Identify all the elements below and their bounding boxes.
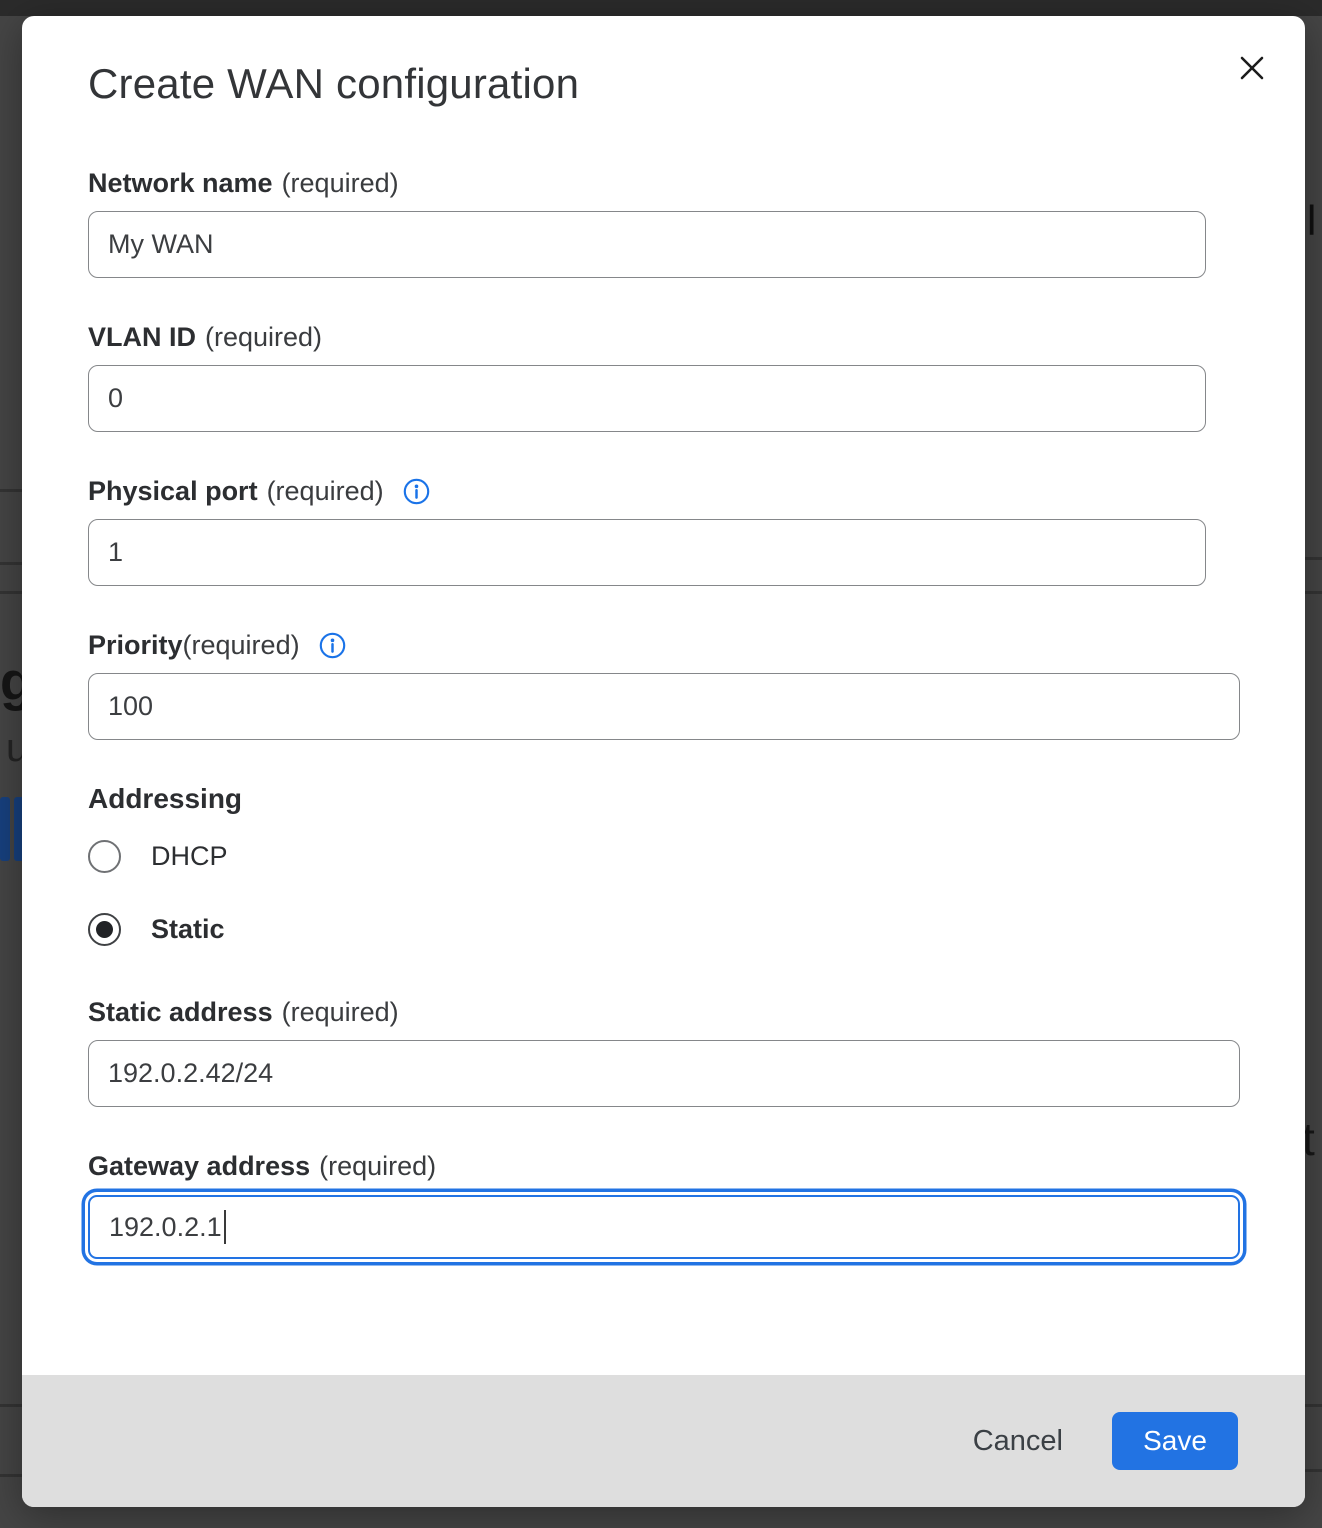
gateway-address-label: Gateway address (required): [88, 1151, 1239, 1182]
text-cursor: [224, 1210, 227, 1244]
info-icon[interactable]: [403, 478, 430, 505]
required-hint: (required): [183, 630, 300, 661]
background-divider: [1303, 1469, 1322, 1472]
background-divider: [0, 489, 22, 492]
priority-input[interactable]: [88, 673, 1240, 740]
physical-port-label: Physical port (required): [88, 476, 1239, 507]
radio-option-dhcp[interactable]: DHCP: [88, 839, 1239, 873]
gateway-address-input[interactable]: 192.0.2.1: [88, 1195, 1240, 1259]
network-name-label: Network name (required): [88, 168, 1239, 199]
static-address-input[interactable]: [88, 1040, 1240, 1107]
info-icon[interactable]: [319, 632, 346, 659]
dialog-title: Create WAN configuration: [88, 60, 1239, 108]
vlan-id-input[interactable]: [88, 365, 1206, 432]
background-blue-button-fragment: [0, 797, 10, 861]
save-button[interactable]: Save: [1112, 1412, 1238, 1470]
close-icon: [1233, 49, 1271, 87]
physical-port-input[interactable]: [88, 519, 1206, 586]
background-divider: [1303, 591, 1322, 594]
radio-label: DHCP: [151, 841, 228, 872]
required-hint: (required): [205, 322, 322, 353]
background-top-bar: [0, 0, 1322, 16]
background-divider: [1303, 1404, 1322, 1407]
network-name-input[interactable]: [88, 211, 1206, 278]
required-hint: (required): [282, 168, 399, 199]
close-button[interactable]: [1230, 46, 1274, 90]
vlan-id-label: VLAN ID (required): [88, 322, 1239, 353]
required-hint: (required): [319, 1151, 436, 1182]
background-divider: [0, 591, 22, 594]
priority-label: Priority (required): [88, 630, 1239, 661]
background-divider: [1303, 557, 1322, 560]
background-divider: [0, 1474, 22, 1477]
required-hint: (required): [282, 997, 399, 1028]
cancel-button[interactable]: Cancel: [955, 1415, 1081, 1468]
radio-unselected-icon: [88, 840, 121, 873]
create-wan-configuration-dialog: Create WAN configuration Network name (r…: [22, 16, 1305, 1507]
background-divider: [0, 562, 22, 565]
addressing-heading: Addressing: [88, 783, 1239, 815]
required-hint: (required): [267, 476, 384, 507]
dialog-footer: Cancel Save: [22, 1375, 1305, 1507]
radio-option-static[interactable]: Static: [88, 912, 1239, 946]
background-text-fragment: l: [1307, 200, 1316, 242]
static-address-label: Static address (required): [88, 997, 1239, 1028]
radio-selected-icon: [88, 913, 121, 946]
radio-label: Static: [151, 914, 225, 945]
background-divider: [0, 1404, 22, 1407]
